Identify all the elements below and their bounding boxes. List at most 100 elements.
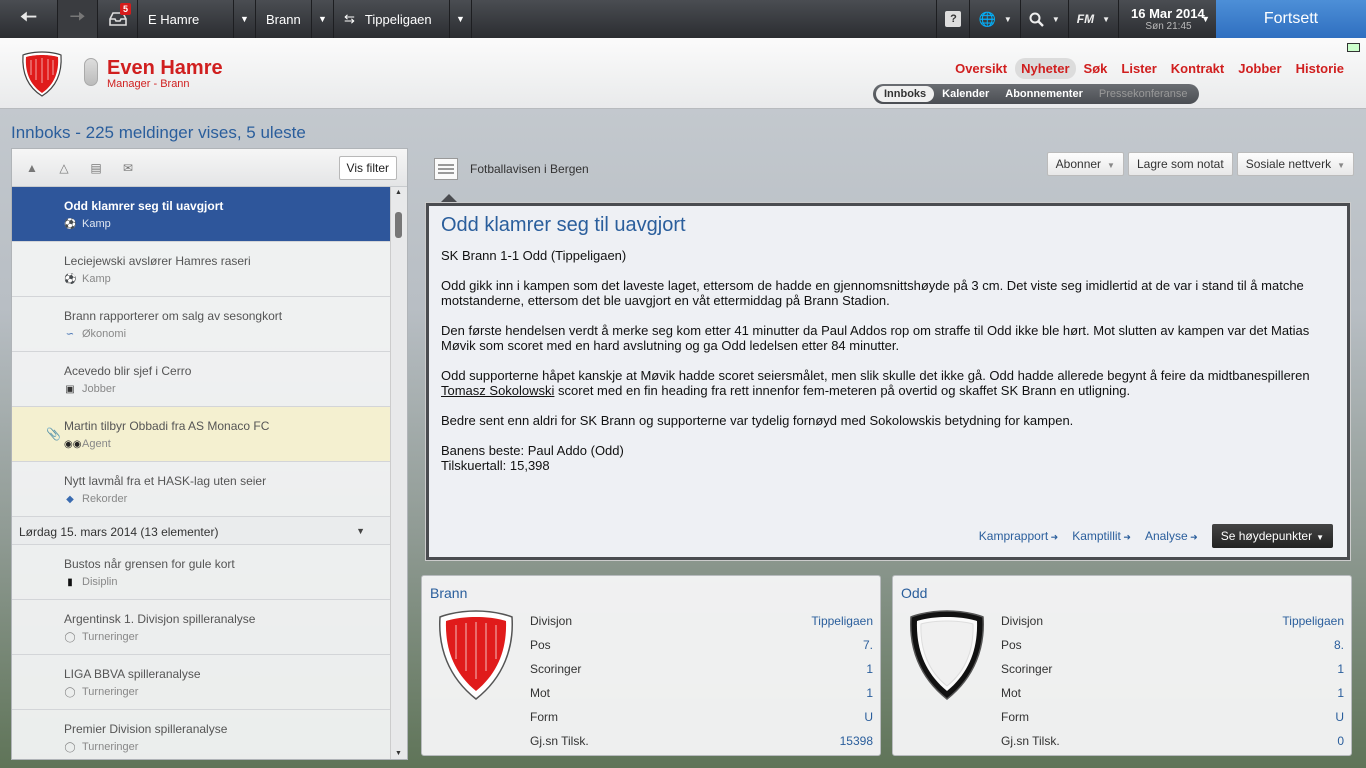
article-source: Fotballavisen i Bergen xyxy=(434,158,589,180)
chevron-down-icon[interactable]: ▼ xyxy=(356,526,365,536)
team-name[interactable]: Odd xyxy=(901,585,927,601)
highlights-button[interactable]: Se høydepunkter ▼ xyxy=(1211,524,1333,548)
shield-icon: ◯ xyxy=(64,741,76,753)
list-item[interactable]: 📎 Martin tilbyr Obbadi fra AS Monaco FC … xyxy=(12,407,391,462)
stat-value: 1 xyxy=(1337,662,1344,676)
medal-icon: ◆ xyxy=(66,493,74,505)
article-paragraph: Odd supporterne håpet kanskje at Møvik h… xyxy=(441,368,1335,398)
article-paragraph: Odd gikk inn i kampen som det laveste la… xyxy=(441,278,1304,308)
profile-toggle[interactable] xyxy=(84,58,98,86)
club-crest-icon xyxy=(22,51,62,97)
manager-name[interactable]: Even Hamre xyxy=(107,57,223,80)
back-button[interactable]: 🠄 xyxy=(0,0,58,38)
globe-menu[interactable]: 🌐 ▼ xyxy=(969,0,1019,38)
list-item[interactable]: Acevedo blir sjef i Cerro ▣ Jobber xyxy=(12,352,391,407)
list-item[interactable]: Bustos når grensen for gule kort ▮ Disipl… xyxy=(12,545,391,600)
fm-menu[interactable]: FM ▼ xyxy=(1067,0,1118,38)
stat-value: 1 xyxy=(866,662,873,676)
article-paragraph: Bedre sent enn aldri for SK Brann og sup… xyxy=(441,413,1074,428)
chevron-down-icon[interactable]: ▼ xyxy=(233,0,255,38)
date-group-header[interactable]: Lørdag 15. mars 2014 (13 elementer) ▼ xyxy=(12,517,391,545)
message-subject: LIGA BBVA spilleranalyse xyxy=(64,667,201,681)
nav-news[interactable]: Nyheter xyxy=(1015,58,1076,79)
list-item[interactable]: Odd klamrer seg til uavgjort ⚽ Kamp xyxy=(12,187,391,242)
message-category: Turneringer xyxy=(82,741,139,753)
mail-icon[interactable]: ✉ xyxy=(120,161,136,175)
message-category: Kamp xyxy=(82,218,111,230)
nav-jobs[interactable]: Jobber xyxy=(1232,58,1287,79)
message-category: Agent xyxy=(82,438,111,450)
attendance: Tilskuertall: 15,398 xyxy=(441,458,550,473)
source-name[interactable]: Fotballavisen i Bergen xyxy=(470,162,589,176)
match-confidence-link[interactable]: Kamptillit xyxy=(1072,529,1131,543)
stat-value: U xyxy=(864,710,873,724)
stat-value[interactable]: Tippeligaen xyxy=(1282,614,1344,638)
list-item[interactable]: Leciejewski avslører Hamres raseri ⚽ Kamp xyxy=(12,242,391,297)
club-select[interactable]: Brann ▼ xyxy=(256,0,334,38)
football-icon: ⚽ xyxy=(64,273,77,285)
subscribe-label: Abonner xyxy=(1055,157,1102,171)
list-item[interactable]: Argentinsk 1. Divisjon spilleranalyse ◯ T… xyxy=(12,600,391,655)
swap-icon: ⇆ xyxy=(344,11,355,26)
scroll-down-icon[interactable]: ▼ xyxy=(395,750,402,757)
list-item[interactable]: Premier Division spilleranalyse ◯ Turneri… xyxy=(12,710,391,759)
scroll-up-icon[interactable]: ▲ xyxy=(395,189,402,196)
club-select-label: Brann xyxy=(266,11,301,27)
message-subject: Nytt lavmål fra et HASK-lag uten seier xyxy=(64,474,267,488)
help-button[interactable]: ? xyxy=(936,0,969,38)
message-subject: Premier Division spilleranalyse xyxy=(64,722,228,736)
show-filter-button[interactable]: Vis filter xyxy=(338,155,397,180)
stat-label: Scoringer xyxy=(530,662,582,676)
stat-value[interactable]: Tippeligaen xyxy=(811,614,873,638)
subscribe-button[interactable]: Abonner ▼ xyxy=(1046,152,1124,176)
chevron-down-icon: ▼ xyxy=(1051,14,1060,24)
stat-label: Pos xyxy=(1001,638,1022,652)
team-name[interactable]: Brann xyxy=(430,585,467,601)
social-button[interactable]: Sosiale nettverk ▼ xyxy=(1236,152,1354,176)
window-icon[interactable] xyxy=(1347,43,1360,52)
list-item[interactable]: Brann rapporterer om salg av sesongkort … xyxy=(12,297,391,352)
forward-button[interactable]: 🠆 xyxy=(58,0,98,38)
nav-lists[interactable]: Lister xyxy=(1115,58,1162,79)
nav-history[interactable]: Historie xyxy=(1290,58,1350,79)
cards-icon: ▮ xyxy=(67,576,73,588)
team-stats: Divisjon Tippeligaen Pos 8. Scoringer 1 Mot… xyxy=(1001,614,1344,758)
save-note-button[interactable]: Lagre som notat xyxy=(1127,152,1233,176)
sunglasses-icon: ◉◉ xyxy=(64,438,82,450)
chevron-down-icon[interactable]: ▼ xyxy=(311,0,333,38)
nav-contract[interactable]: Kontrakt xyxy=(1165,58,1230,79)
top-bar: 🠄 🠆 5 E Hamre ▼ Brann ▼ ⇆ Tippeligaen ▼ … xyxy=(0,0,1366,38)
tab-inbox[interactable]: Innboks xyxy=(876,86,935,102)
manager-select[interactable]: E Hamre ▼ xyxy=(138,0,256,38)
chevron-down-icon: ▼ xyxy=(1337,161,1345,170)
stat-label: Pos xyxy=(530,638,551,652)
sub-nav: Innboks Kalender Abonnementer Pressekonf… xyxy=(873,84,1199,104)
nav-overview[interactable]: Oversikt xyxy=(949,58,1013,79)
list-item[interactable]: Nytt lavmål fra et HASK-lag uten seier ◆… xyxy=(12,462,391,517)
date-menu[interactable]: 16 Mar 2014 Søn 21:45 ▼ xyxy=(1118,0,1216,38)
arrow-up-icon[interactable]: ▲ xyxy=(24,161,40,175)
nav-search[interactable]: Søk xyxy=(1078,58,1114,79)
message-category: Jobber xyxy=(82,383,116,395)
league-select[interactable]: ⇆ Tippeligaen ▼ xyxy=(334,0,472,38)
analysis-link[interactable]: Analyse xyxy=(1145,529,1198,543)
stat-label: Mot xyxy=(530,686,551,700)
message-subject: Martin tilbyr Obbadi fra AS Monaco FC xyxy=(64,419,270,433)
tab-calendar[interactable]: Kalender xyxy=(934,86,997,102)
list-icon[interactable]: ▤ xyxy=(88,161,104,175)
player-link[interactable]: Tomasz Sokolowski xyxy=(441,383,554,398)
continue-button[interactable]: Fortsett xyxy=(1216,0,1366,38)
message-category: Turneringer xyxy=(82,631,139,643)
chevron-down-icon[interactable]: ▼ xyxy=(449,0,471,38)
tab-subscriptions[interactable]: Abonnementer xyxy=(997,86,1091,102)
scrollbar-thumb[interactable] xyxy=(395,212,402,238)
inbox-scrollbar[interactable]: ▲ ▼ xyxy=(390,187,407,759)
search-menu[interactable]: ▼ xyxy=(1019,0,1068,38)
stat-value: 15398 xyxy=(839,734,873,748)
paperclip-icon: 📎 xyxy=(46,427,61,441)
list-item[interactable]: LIGA BBVA spilleranalyse ◯ Turneringer xyxy=(12,655,391,710)
match-report-link[interactable]: Kamprapport xyxy=(979,529,1058,543)
double-arrow-up-icon[interactable]: △ xyxy=(56,161,72,175)
article-actions: Abonner ▼ Lagre som notat Sosiale nettver… xyxy=(1046,152,1354,176)
inbox-button[interactable]: 5 xyxy=(98,0,138,38)
